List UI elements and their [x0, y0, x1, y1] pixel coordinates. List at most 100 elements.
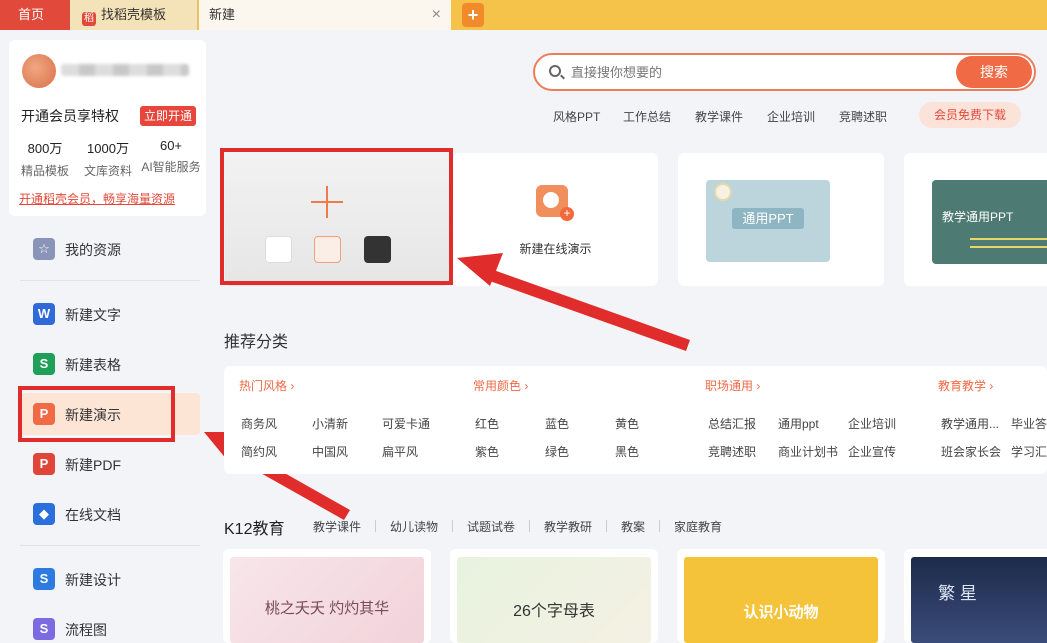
hot-tag[interactable]: 教学课件	[695, 108, 743, 125]
member-card: 开通会员享特权 立即开通 800万 精品模板 1000万 文库资料 60+ AI…	[9, 40, 206, 216]
category-link[interactable]: 通用ppt	[778, 415, 819, 432]
new-online-presentation-card[interactable]: 新建在线演示	[453, 153, 658, 286]
sidebar-item-label: 在线文档	[65, 507, 121, 523]
template-thumbnail: 认识小动物	[684, 557, 878, 643]
category-link[interactable]: 黄色	[615, 415, 639, 432]
k12-tab[interactable]: 教案	[621, 518, 645, 535]
k12-tab[interactable]: 教学教研	[544, 518, 592, 535]
category-link[interactable]: 毕业答	[1011, 415, 1047, 432]
template-title: 认识小动物	[743, 604, 819, 621]
divider	[606, 520, 607, 532]
category-link[interactable]: 企业培训	[848, 415, 896, 432]
sidebar-item-label: 新建设计	[65, 572, 121, 588]
k12-tab[interactable]: 试题试卷	[467, 518, 515, 535]
k12-tab[interactable]: 教学课件	[313, 518, 361, 535]
k12-tab[interactable]: 家庭教育	[674, 518, 722, 535]
stat-label: 文库资料	[83, 164, 132, 178]
sidebar-item-flowchart[interactable]: S 流程图	[20, 608, 200, 643]
category-link[interactable]: 总结汇报	[708, 415, 756, 432]
tab-docer-templates[interactable]: 稻找稻壳模板	[70, 0, 198, 30]
stat-num: 1000万	[87, 141, 129, 156]
template-card-teaching-ppt[interactable]: 教学通用PPT	[904, 153, 1047, 286]
k12-template-card[interactable]: 桃之夭夭 灼灼其华	[223, 549, 431, 643]
category-link[interactable]: 红色	[475, 415, 499, 432]
category-link[interactable]: 企业宣传	[848, 443, 896, 460]
stat-num: 60+	[159, 138, 183, 153]
sidebar-item-my-resources[interactable]: ☆ 我的资源	[20, 228, 200, 270]
close-tab-icon[interactable]: ×	[432, 0, 441, 30]
category-head-style[interactable]: 热门风格 ›	[239, 377, 294, 394]
sidebar-item-label: 流程图	[65, 622, 107, 638]
hot-tag[interactable]: 风格PPT	[553, 108, 600, 125]
online-presentation-label: 新建在线演示	[519, 242, 592, 256]
sidebar-item-label: 新建PDF	[65, 457, 121, 473]
new-tab-button[interactable]: +	[462, 3, 484, 27]
sidebar-item-new-writer[interactable]: W 新建文字	[20, 293, 200, 335]
sidebar-item-online-doc[interactable]: ◆ 在线文档	[20, 493, 200, 535]
tab-new[interactable]: 新建 ×	[199, 0, 451, 30]
search-button[interactable]: 搜索	[956, 56, 1032, 88]
category-link[interactable]: 中国风	[312, 443, 348, 460]
category-link[interactable]: 扁平风	[382, 443, 418, 460]
divider	[375, 520, 376, 532]
template-title: 繁 星	[938, 584, 977, 603]
tab-home[interactable]: 首页	[0, 0, 70, 30]
stat-library: 1000万 文库资料	[78, 138, 138, 179]
sidebar-item-label: 我的资源	[65, 242, 121, 258]
template-thumbnail: 桃之夭夭 灼灼其华	[230, 557, 424, 643]
sidebar-item-new-sheet[interactable]: S 新建表格	[20, 343, 200, 385]
category-link[interactable]: 商务风	[241, 415, 277, 432]
decor-line	[970, 238, 1047, 240]
docer-logo-icon: 稻	[82, 12, 96, 26]
sidebar-item-label: 新建表格	[65, 357, 121, 373]
k12-template-card[interactable]: 26个字母表	[450, 549, 658, 643]
category-link[interactable]: 竞聘述职	[708, 443, 756, 460]
flowchart-icon: S	[33, 618, 55, 640]
writer-w-icon: W	[33, 303, 55, 325]
category-link[interactable]: 绿色	[545, 443, 569, 460]
category-head-work[interactable]: 职场通用 ›	[705, 377, 760, 394]
category-link[interactable]: 学习汇	[1011, 443, 1047, 460]
category-link[interactable]: 可爱卡通	[382, 415, 430, 432]
category-link[interactable]: 黑色	[615, 443, 639, 460]
cloud-doc-icon: ◆	[33, 503, 55, 525]
category-head-color[interactable]: 常用颜色 ›	[473, 377, 528, 394]
divider	[20, 280, 200, 281]
template-thumbnail: 26个字母表	[457, 557, 651, 643]
search-icon	[549, 65, 561, 77]
category-link[interactable]: 紫色	[475, 443, 499, 460]
avatar[interactable]	[22, 54, 56, 88]
divider	[452, 520, 453, 532]
stat-label: AI智能服务	[141, 160, 201, 174]
template-thumbnail: 繁 星	[911, 557, 1047, 643]
k12-template-card[interactable]: 繁 星	[904, 549, 1047, 643]
open-membership-button[interactable]: 立即开通	[140, 106, 196, 126]
hot-tag[interactable]: 企业培训	[767, 108, 815, 125]
category-link[interactable]: 蓝色	[545, 415, 569, 432]
category-head-education[interactable]: 教育教学 ›	[938, 377, 993, 394]
sidebar-item-new-pdf[interactable]: P 新建PDF	[20, 443, 200, 485]
star-icon: ☆	[33, 238, 55, 260]
stat-label: 精品模板	[20, 164, 69, 178]
vip-free-download-button[interactable]: 会员免费下载	[919, 102, 1021, 128]
tab-template-label: 找稻壳模板	[101, 7, 167, 22]
template-thumbnail: 教学通用PPT	[932, 180, 1047, 264]
recommend-panel: 热门风格 › 商务风 小清新 可爱卡通 简约风 中国风 扁平风 常用颜色 › 红…	[224, 366, 1047, 474]
member-promo-link[interactable]: 开通稻壳会员，畅享海量资源	[19, 190, 175, 207]
category-link[interactable]: 小清新	[312, 415, 348, 432]
pdf-icon: P	[33, 453, 55, 475]
search-input[interactable]	[571, 62, 941, 82]
hot-tag[interactable]: 竞聘述职	[839, 108, 887, 125]
template-card-general-ppt[interactable]: 通用PPT	[678, 153, 884, 286]
hot-tag[interactable]: 工作总结	[623, 108, 671, 125]
stat-templates: 800万 精品模板	[15, 138, 75, 179]
k12-tab[interactable]: 幼儿读物	[390, 518, 438, 535]
category-link[interactable]: 简约风	[241, 443, 277, 460]
k12-template-card[interactable]: 认识小动物	[677, 549, 885, 643]
sidebar-item-new-design[interactable]: S 新建设计	[20, 558, 200, 600]
category-link[interactable]: 商业计划书	[778, 443, 838, 460]
category-link[interactable]: 教学通用...	[941, 415, 999, 432]
category-link[interactable]: 班会家长会	[941, 443, 1001, 460]
k12-section-title: K12教育	[224, 521, 285, 538]
online-presentation-icon	[536, 185, 574, 221]
